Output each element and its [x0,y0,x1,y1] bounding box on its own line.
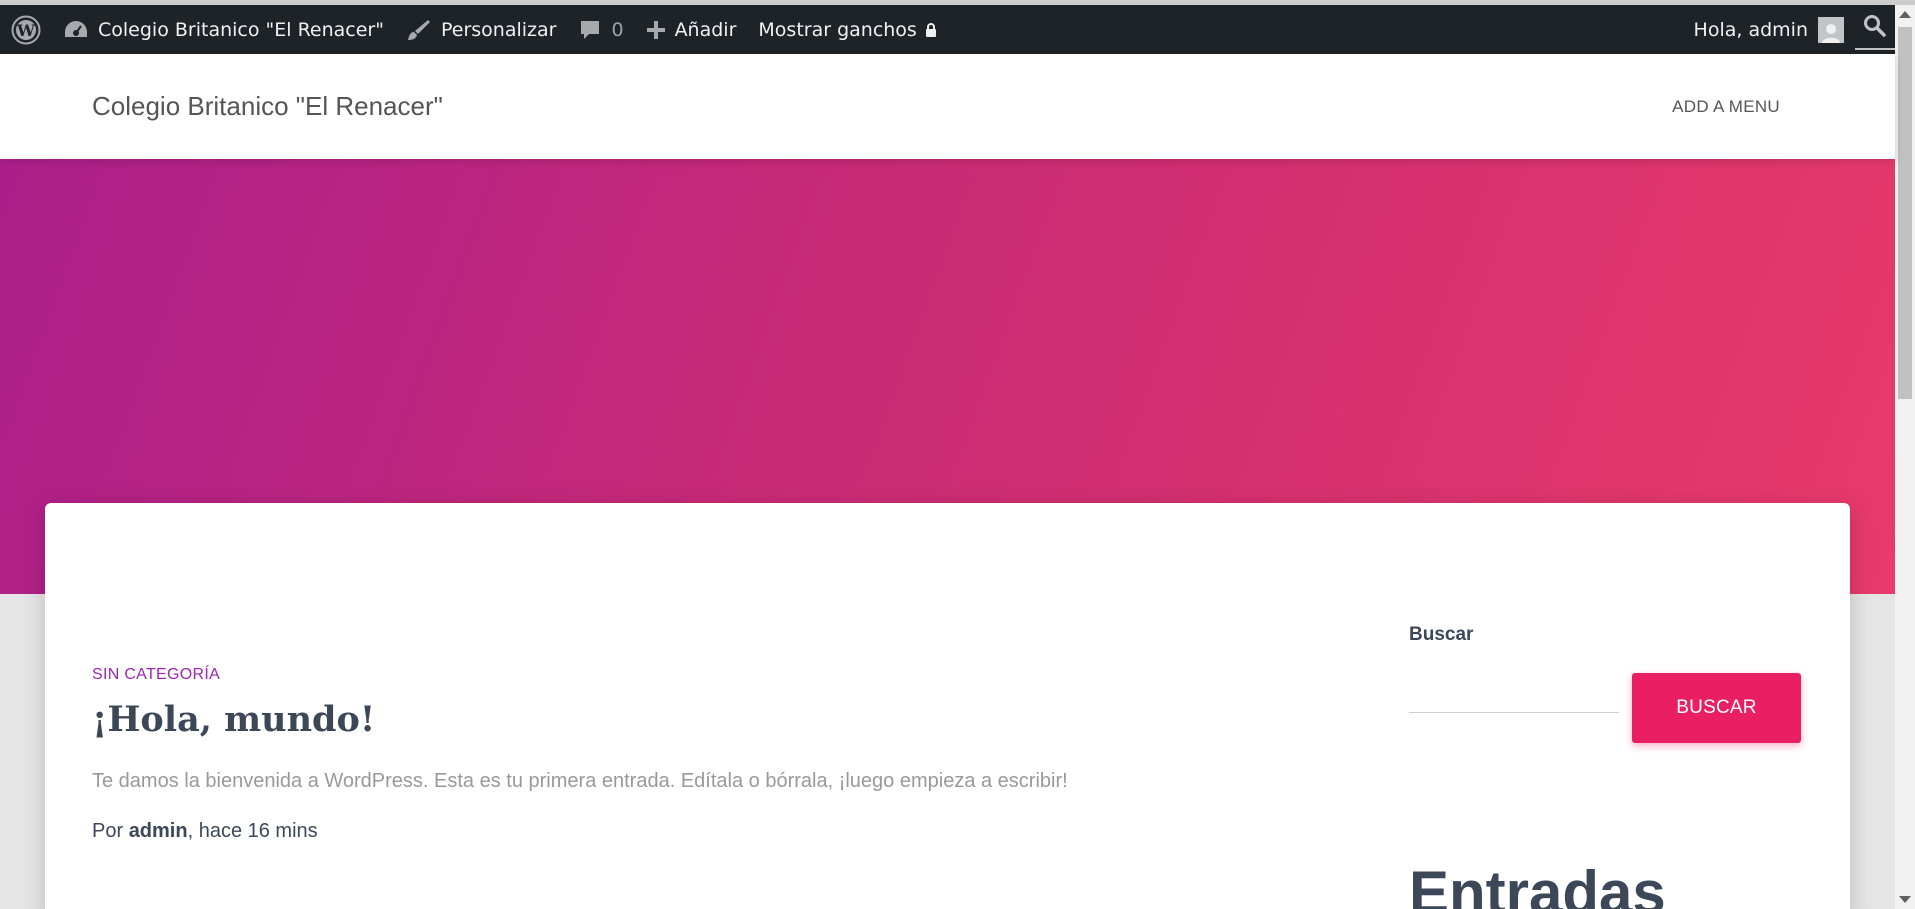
post-time: , hace 16 mins [187,820,318,842]
page-scrollbar[interactable] [1895,5,1915,909]
customize-label: Personalizar [440,18,557,41]
customize-menu[interactable]: Personalizar [395,5,567,54]
svg-text:W: W [16,21,36,40]
add-menu-link[interactable]: ADD A MENU [1672,97,1780,117]
search-icon [1863,14,1887,43]
add-new-menu[interactable]: Añadir [635,5,748,54]
dashboard-icon [63,18,89,42]
comments-count: 0 [611,18,624,41]
main-content-card: SIN CATEGORÍA ¡Hola, mundo! Te damos la … [45,503,1850,909]
post-title-link[interactable]: ¡Hola, mundo! [92,699,375,740]
search-widget-title: Buscar [1409,624,1474,645]
site-header: Colegio Britanico "El Renacer" ADD A MEN… [0,54,1895,159]
add-new-label: Añadir [674,18,737,41]
my-account-menu[interactable]: Hola, admin [1683,5,1855,54]
show-hooks-label: Mostrar ganchos [758,18,917,41]
search-button[interactable]: BUSCAR [1632,673,1801,743]
comments-menu[interactable]: 0 [567,5,634,54]
lock-icon [925,22,937,37]
site-name-menu[interactable]: Colegio Britanico "El Renacer" [52,5,395,54]
search-input[interactable] [1409,673,1619,713]
site-title-link[interactable]: Colegio Britanico "El Renacer" [92,91,443,122]
show-hooks-menu[interactable]: Mostrar ganchos [747,5,947,54]
comment-icon [578,18,602,42]
post-author-link[interactable]: admin [129,820,188,842]
greeting-label: Hola, admin [1693,18,1808,41]
post-byline: Por admin, hace 16 mins [92,820,318,843]
admin-search-toggle[interactable] [1855,10,1895,50]
wordpress-icon: W [11,15,41,45]
avatar [1818,16,1844,43]
site-name-label: Colegio Britanico "El Renacer" [98,18,384,41]
plus-icon [646,20,666,40]
byline-prefix: Por [92,820,129,842]
post-category-link[interactable]: SIN CATEGORÍA [92,666,220,684]
scroll-up-arrow-icon[interactable] [1899,11,1911,18]
scrollbar-thumb[interactable] [1898,27,1912,399]
recent-entries-heading: Entradas [1409,859,1666,909]
wordpress-logo-menu[interactable]: W [0,5,52,54]
post-excerpt: Te damos la bienvenida a WordPress. Esta… [92,770,1068,792]
scroll-down-arrow-icon[interactable] [1899,896,1911,903]
admin-bar: W Colegio Britanico "El Renacer" Persona… [0,5,1895,54]
paintbrush-icon [406,17,432,43]
